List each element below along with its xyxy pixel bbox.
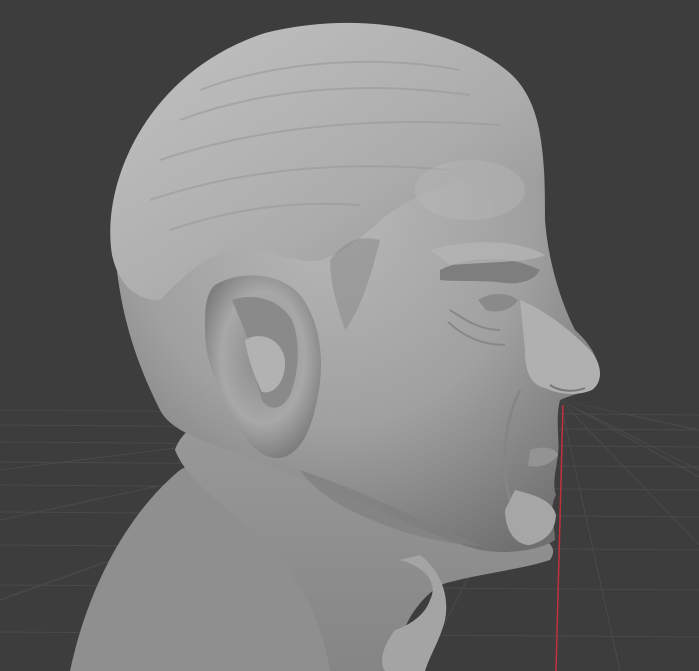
3d-viewport[interactable] [0, 0, 699, 671]
viewport-canvas[interactable] [0, 0, 699, 671]
forehead-highlight [415, 160, 525, 220]
